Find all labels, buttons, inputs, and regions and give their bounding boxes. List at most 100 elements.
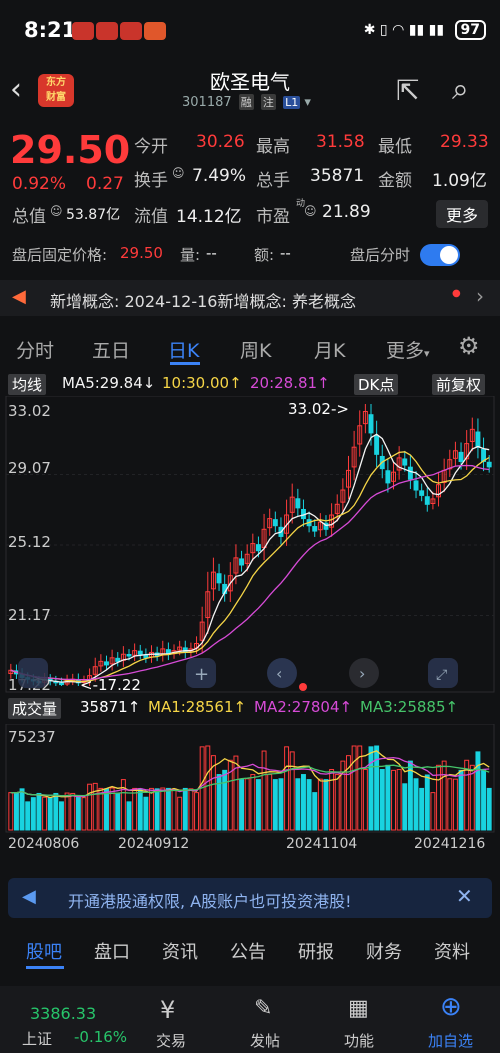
- tab-orderbook[interactable]: 盘口: [94, 938, 130, 964]
- tab-profile[interactable]: 资料: [434, 938, 470, 964]
- volume-bar: [419, 787, 425, 831]
- volume-bar: [81, 797, 87, 831]
- info-icon[interactable]: ☺: [304, 204, 317, 218]
- vol-ma3: MA3:25885↑: [360, 698, 459, 716]
- tab-news[interactable]: 资讯: [162, 938, 198, 964]
- candle: [407, 466, 413, 480]
- trade-icon: ¥: [160, 996, 176, 1024]
- volume-bar: [30, 797, 36, 831]
- dropdown-icon[interactable]: ▾: [304, 95, 311, 110]
- tab-finance[interactable]: 财务: [366, 938, 402, 964]
- volume-bar: [75, 796, 81, 831]
- concept-notice[interactable]: ◀ 新增概念: 2024-12-16新增概念: 养老概念 ● ›: [0, 280, 500, 316]
- volume-bar: [261, 750, 267, 831]
- volume-bar: [300, 774, 306, 831]
- volume-bar: [391, 769, 396, 831]
- unread-dot: ●: [452, 288, 461, 299]
- dk-button[interactable]: DK点: [354, 374, 399, 395]
- tab-more[interactable]: 更多▾: [386, 336, 430, 363]
- candlestick-chart[interactable]: 33.02 29.07 25.12 21.17 17.22 33.02-> <-…: [0, 396, 500, 696]
- wifi-icon: ◠: [392, 22, 405, 38]
- candle: [137, 650, 143, 655]
- add-watchlist-button[interactable]: 加自选: [428, 1030, 473, 1051]
- tab-research[interactable]: 研报: [298, 938, 334, 964]
- pe-label: 市盈: [256, 207, 290, 227]
- ma-selector[interactable]: 均线: [8, 374, 47, 395]
- megaphone-icon: ◀: [12, 286, 26, 307]
- candle: [295, 498, 301, 509]
- open-label: 今开: [134, 137, 168, 157]
- position-dot: [299, 683, 307, 691]
- volume-bar: [205, 745, 211, 831]
- share-icon[interactable]: ⇱: [396, 74, 419, 107]
- volume-bar: [430, 792, 436, 831]
- gear-icon[interactable]: ⚙: [458, 332, 480, 360]
- tab-daily-k[interactable]: 日K: [168, 336, 199, 363]
- after-hours-toggle[interactable]: [420, 244, 460, 266]
- info-icon[interactable]: ☺: [50, 204, 63, 218]
- tab-five-day[interactable]: 五日: [92, 336, 130, 363]
- volume-bar: [469, 764, 475, 831]
- more-button[interactable]: 更多: [435, 200, 488, 228]
- volume-bar: [441, 760, 447, 831]
- total-cap-value: 53.87亿: [66, 207, 121, 223]
- volume-value: 35871↑: [80, 698, 141, 716]
- volume-bar: [188, 788, 194, 831]
- candle: [312, 526, 318, 532]
- volume-bar: [481, 769, 487, 831]
- volume-bars: [8, 745, 492, 831]
- volume-selector[interactable]: 成交量: [8, 698, 62, 719]
- tab-weekly-k[interactable]: 周K: [240, 336, 271, 363]
- functions-button[interactable]: 功能: [344, 1030, 374, 1051]
- volume-bar: [36, 792, 42, 831]
- candles-group: [8, 404, 492, 686]
- high-label: 最高: [256, 137, 290, 157]
- ma10-value: 10:30.00↑: [162, 374, 242, 392]
- ma-lines-group: [10, 433, 490, 683]
- tab-announcements[interactable]: 公告: [230, 938, 266, 964]
- ma20-value: 20:28.81↑: [250, 374, 330, 392]
- tab-monthly-k[interactable]: 月K: [314, 336, 345, 363]
- index-value[interactable]: 3386.33: [30, 1004, 96, 1023]
- bottom-bar: 3386.33 上证 -0.16% ¥ 交易 ✎ 发帖 ▦ 功能 ⊕ 加自选: [0, 986, 500, 1053]
- volume-bar: [222, 769, 228, 831]
- zoom-out-button[interactable]: [18, 658, 48, 688]
- after-vol-value: --: [206, 244, 217, 262]
- info-tabs: 股吧 盘口 资讯 公告 研报 财务 资料: [0, 930, 500, 970]
- after-price-label: 盘后固定价格:: [12, 246, 108, 264]
- max-annotation: 33.02->: [288, 400, 349, 418]
- volume-bar: [447, 778, 453, 831]
- volume-bar: [413, 778, 419, 831]
- turnover-value: 7.49%: [192, 166, 247, 186]
- candle: [424, 496, 430, 505]
- compose-icon: ✎: [254, 996, 273, 1021]
- volume-bar: [58, 801, 64, 831]
- volume-bar: [70, 792, 76, 831]
- volume-chart[interactable]: 75237: [0, 724, 500, 834]
- trade-button[interactable]: 交易: [156, 1030, 186, 1051]
- candle: [368, 414, 374, 434]
- tab-forum[interactable]: 股吧: [26, 938, 62, 964]
- adjust-button[interactable]: 前复权: [432, 374, 486, 395]
- volume-bar: [19, 788, 25, 831]
- tab-timeshare[interactable]: 分时: [16, 336, 54, 363]
- post-button[interactable]: 发帖: [250, 1030, 280, 1051]
- min-annotation: <-17.22: [80, 676, 141, 694]
- high-value: 31.58: [316, 132, 365, 152]
- info-icon[interactable]: ☺: [172, 166, 185, 180]
- volume-bar: [334, 774, 340, 831]
- promo-banner[interactable]: ◀ 开通港股通权限, A股账户也可投资港股! ✕: [8, 878, 492, 918]
- close-icon[interactable]: ✕: [456, 884, 473, 908]
- search-icon[interactable]: ⌕: [452, 72, 469, 107]
- volume-bar: [25, 801, 31, 831]
- vol-ma1: MA1:28561↑: [148, 698, 247, 716]
- volume-bar: [312, 792, 318, 831]
- app-notification-icon: [120, 22, 142, 40]
- concept-text: 新增概念: 2024-12-16新增概念: 养老概念: [50, 292, 356, 311]
- candle: [413, 480, 419, 491]
- volume-bar: [278, 778, 284, 831]
- candle: [115, 657, 121, 662]
- x-tick-label: 20241216: [414, 836, 486, 852]
- ma-legend: 均线 MA5:29.84↓ 10:30.00↑ 20:28.81↑ DK点 前复…: [0, 374, 500, 396]
- candle: [58, 682, 64, 686]
